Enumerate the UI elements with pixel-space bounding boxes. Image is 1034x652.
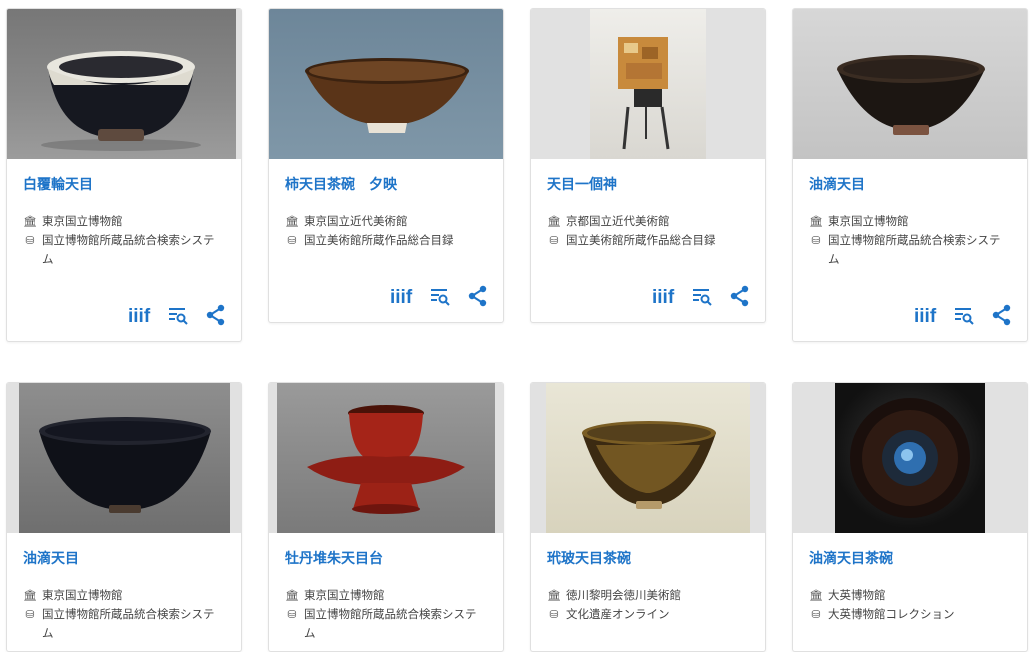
result-card[interactable]: 油滴天目 🏛 東京国立博物館 ⛁ 国立博物館所蔵品統合検索システム iiif (792, 8, 1028, 342)
museum-icon: 🏛 (547, 589, 561, 602)
thumbnail[interactable] (531, 383, 765, 533)
thumbnail[interactable] (793, 383, 1027, 533)
database-row: ⛁ 国立美術館所蔵作品総合目録 (547, 231, 749, 250)
card-title[interactable]: 油滴天目 (809, 176, 1011, 194)
list-search-icon[interactable] (427, 284, 453, 308)
list-search-icon[interactable] (689, 284, 715, 308)
database-row: ⛁ 国立博物館所蔵品統合検索システム (23, 605, 225, 643)
institution-row: 🏛 東京国立近代美術館 (285, 212, 487, 231)
list-search-icon[interactable] (165, 303, 191, 327)
museum-icon: 🏛 (23, 589, 37, 602)
list-search-icon[interactable] (951, 303, 977, 327)
svg-text:iiif: iiif (652, 287, 675, 306)
card-title[interactable]: 天目一個神 (547, 176, 749, 194)
result-card[interactable]: 油滴天目茶碗 🏛 大英博物館 ⛁ 大英博物館コレクション (792, 382, 1028, 652)
iiif-icon[interactable]: iiif (651, 284, 677, 308)
institution-row: 🏛 京都国立近代美術館 (547, 212, 749, 231)
database-row: ⛁ 国立美術館所蔵作品総合目録 (285, 231, 487, 250)
database-icon: ⛁ (287, 234, 297, 247)
database-row: ⛁ 文化遺産オンライン (547, 605, 749, 624)
bowl-image (305, 58, 469, 133)
card-title[interactable]: 玳玻天目茶碗 (547, 550, 749, 568)
thumbnail[interactable] (7, 383, 241, 533)
bowl-image (41, 51, 201, 151)
iiif-icon[interactable]: iiif (389, 284, 415, 308)
database-icon: ⛁ (811, 608, 821, 621)
database-icon: ⛁ (287, 608, 297, 621)
card-title[interactable]: 白覆輪天目 (23, 176, 225, 194)
database-icon: ⛁ (25, 234, 35, 247)
institution-row: 🏛 大英博物館 (809, 586, 1011, 605)
bowl-image (837, 55, 985, 135)
card-actions: iiif (651, 284, 753, 308)
database-row: ⛁ 国立博物館所蔵品統合検索システム (809, 231, 1011, 269)
museum-icon: 🏛 (809, 589, 823, 602)
thumbnail[interactable] (7, 9, 241, 159)
share-icon[interactable] (465, 284, 491, 308)
institution-row: 🏛 東京国立博物館 (809, 212, 1011, 231)
result-card[interactable]: 牡丹堆朱天目台 🏛 東京国立博物館 ⛁ 国立博物館所蔵品統合検索システム (268, 382, 504, 652)
iiif-icon[interactable]: iiif (127, 303, 153, 327)
museum-icon: 🏛 (285, 215, 299, 228)
bowl-image (850, 398, 970, 518)
svg-text:iiif: iiif (914, 306, 937, 325)
card-actions: iiif (913, 303, 1015, 327)
database-icon: ⛁ (549, 608, 559, 621)
card-title[interactable]: 油滴天目茶碗 (809, 550, 1011, 568)
database-row: ⛁ 国立博物館所蔵品統合検索システム (23, 231, 225, 269)
bowl-image (38, 417, 211, 513)
thumbnail[interactable] (269, 383, 503, 533)
museum-icon: 🏛 (809, 215, 823, 228)
card-actions: iiif (127, 303, 229, 327)
thumbnail[interactable] (531, 9, 765, 159)
share-icon[interactable] (727, 284, 753, 308)
svg-text:iiif: iiif (390, 287, 413, 306)
museum-icon: 🏛 (285, 589, 299, 602)
card-actions: iiif (389, 284, 491, 308)
result-card[interactable]: 天目一個神 🏛 京都国立近代美術館 ⛁ 国立美術館所蔵作品総合目録 iiif (530, 8, 766, 323)
card-title[interactable]: 柿天目茶碗 夕映 (285, 176, 487, 194)
institution-row: 🏛 東京国立博物館 (285, 586, 487, 605)
database-row: ⛁ 大英博物館コレクション (809, 605, 1011, 624)
museum-icon: 🏛 (23, 215, 37, 228)
database-row: ⛁ 国立博物館所蔵品統合検索システム (285, 605, 487, 643)
card-title[interactable]: 油滴天目 (23, 550, 225, 568)
bowl-image (582, 421, 716, 509)
card-title[interactable]: 牡丹堆朱天目台 (285, 550, 487, 568)
database-icon: ⛁ (25, 608, 35, 621)
result-card[interactable]: 白覆輪天目 🏛 東京国立博物館 ⛁ 国立博物館所蔵品統合検索システム iiif (6, 8, 242, 342)
iiif-icon[interactable]: iiif (913, 303, 939, 327)
thumbnail[interactable] (269, 9, 503, 159)
institution-row: 🏛 東京国立博物館 (23, 212, 225, 231)
result-card[interactable]: 玳玻天目茶碗 🏛 徳川黎明会徳川美術館 ⛁ 文化遺産オンライン (530, 382, 766, 652)
share-icon[interactable] (989, 303, 1015, 327)
result-card[interactable]: 柿天目茶碗 夕映 🏛 東京国立近代美術館 ⛁ 国立美術館所蔵作品総合目録 iiif (268, 8, 504, 323)
sculpture-image (618, 37, 670, 150)
result-card[interactable]: 油滴天目 🏛 東京国立博物館 ⛁ 国立博物館所蔵品統合検索システム (6, 382, 242, 652)
database-icon: ⛁ (549, 234, 559, 247)
museum-icon: 🏛 (547, 215, 561, 228)
institution-row: 🏛 徳川黎明会徳川美術館 (547, 586, 749, 605)
thumbnail[interactable] (793, 9, 1027, 159)
database-icon: ⛁ (811, 234, 821, 247)
svg-text:iiif: iiif (128, 306, 151, 325)
share-icon[interactable] (203, 303, 229, 327)
institution-row: 🏛 東京国立博物館 (23, 586, 225, 605)
stand-image (307, 405, 465, 514)
